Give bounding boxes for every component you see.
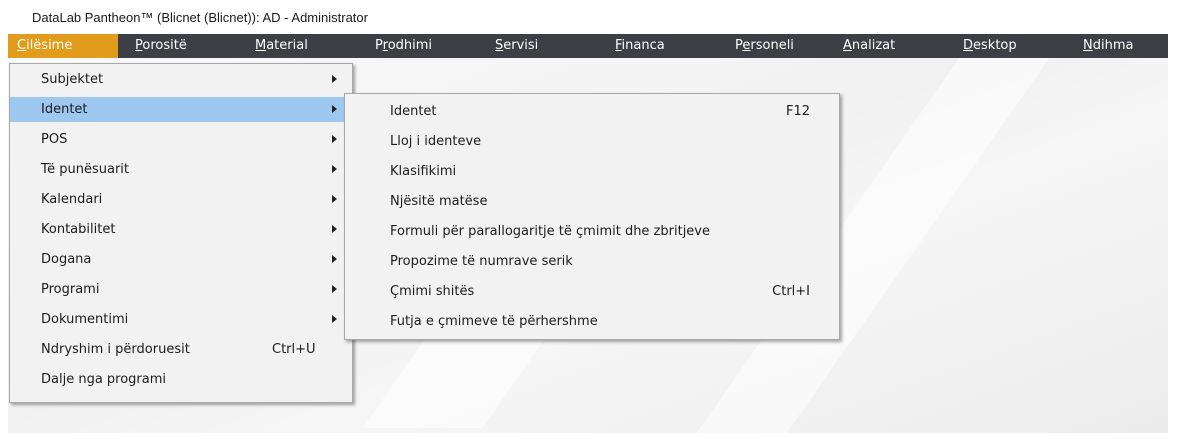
submenu-arrow-icon <box>332 165 337 173</box>
menu-item-label: Njësitë matëse <box>390 194 488 209</box>
submenu-arrow-icon <box>332 255 337 263</box>
menu-item-label: POS <box>41 132 68 147</box>
submenu-arrow-icon <box>332 135 337 143</box>
menu-porosite[interactable]: Porositë <box>126 34 236 58</box>
menu-label-part: P <box>375 38 383 53</box>
menu-ndihma[interactable]: Ndihma <box>1074 34 1164 58</box>
submenu-arrow-icon <box>332 75 337 83</box>
title-bar: DataLab Pantheon™ (Blicnet (Blicnet)): A… <box>0 0 1183 34</box>
menu-label-part: odhimi <box>387 38 433 53</box>
submenu-item-futja-e-cmimeve-te-perhershme[interactable]: Futja e çmimeve të përhershme <box>345 309 839 334</box>
menu-personeli[interactable]: Personeli <box>726 34 836 58</box>
menu-mnemonic: A <box>843 38 852 53</box>
menu-item-label: Të punësuarit <box>41 162 130 177</box>
menu-item-label: Dalje nga programi <box>41 372 167 387</box>
menu-label-part: inanca <box>621 38 665 53</box>
identet-submenu: Identet F12 Lloj i identeve Klasifikimi Njës… <box>344 93 840 340</box>
menu-item-label: Kalendari <box>41 192 103 207</box>
menu-label-part: esktop <box>973 38 1017 53</box>
menu-item-label: Dogana <box>41 252 92 267</box>
menu-mnemonic: C <box>17 38 27 53</box>
menu-label-part: dihma <box>1092 38 1134 53</box>
submenu-arrow-icon <box>332 225 337 233</box>
menu-item-shortcut: F12 <box>785 104 810 119</box>
menu-item-label: Propozime të numrave serik <box>390 254 573 269</box>
menu-item-label: Formuli për parallogaritje të çmimit dhe… <box>390 224 710 239</box>
submenu-item-lloj-i-identeve[interactable]: Lloj i identeve <box>345 129 839 154</box>
menu-label-part: ervisi <box>503 38 539 53</box>
submenu-arrow-icon <box>332 195 337 203</box>
menu-desktop[interactable]: Desktop <box>954 34 1064 58</box>
menu-label-part: orositë <box>142 38 187 53</box>
menu-label-part: rsoneli <box>750 38 794 53</box>
window-title: DataLab Pantheon™ (Blicnet (Blicnet)): A… <box>32 10 368 25</box>
menu-material[interactable]: Material <box>246 34 356 58</box>
submenu-item-propozime-te-numrave-serik[interactable]: Propozime të numrave serik <box>345 249 839 274</box>
menu-item-ndryshim-i-perdoruesit[interactable]: Ndryshim i përdoruesit Ctrl+U <box>10 337 352 362</box>
menu-mnemonic: M <box>255 38 267 53</box>
menu-item-label: Identet <box>41 102 88 117</box>
submenu-item-formuli-per-parallogaritje-te-cmimit-dhe-zbritjeve[interactable]: Formuli për parallogaritje të çmimit dhe… <box>345 219 839 244</box>
menu-mnemonic: N <box>1083 38 1093 53</box>
menu-item-label: Programi <box>41 282 100 297</box>
submenu-item-cmimi-shites[interactable]: Çmimi shitës Ctrl+I <box>345 279 839 304</box>
submenu-arrow-icon <box>332 315 337 323</box>
menu-item-programi[interactable]: Programi <box>10 277 352 302</box>
menu-item-pos[interactable]: POS <box>10 127 352 152</box>
menu-item-shortcut: Ctrl+I <box>772 284 810 299</box>
submenu-item-njesite-matese[interactable]: Njësitë matëse <box>345 189 839 214</box>
menu-label-part: aterial <box>266 38 308 53</box>
menu-item-label: Çmimi shitës <box>390 284 475 299</box>
menu-item-label: Kontabilitet <box>41 222 116 237</box>
menu-item-shortcut: Ctrl+U <box>272 342 316 357</box>
menu-item-subjektet[interactable]: Subjektet <box>10 67 352 92</box>
menu-servisi[interactable]: Servisi <box>486 34 596 58</box>
menu-label-part: ilësime <box>26 38 73 53</box>
menu-item-kalendari[interactable]: Kalendari <box>10 187 352 212</box>
menu-item-label: Futja e çmimeve të përhershme <box>390 314 598 329</box>
menu-cilesime[interactable]: Cilësime <box>8 34 118 58</box>
menu-item-identet[interactable]: Identet <box>10 97 352 122</box>
menu-item-label: Identet <box>390 104 437 119</box>
menu-item-label: Lloj i identeve <box>390 134 482 149</box>
submenu-arrow-icon <box>332 105 337 113</box>
menu-analizat[interactable]: Analizat <box>834 34 944 58</box>
menu-item-label: Ndryshim i përdoruesit <box>41 342 190 357</box>
menu-prodhimi[interactable]: Prodhimi <box>366 34 476 58</box>
settings-dropdown-menu: Subjektet Identet POS Të punësuarit Kalendar… <box>9 63 353 403</box>
menu-item-dalje-nga-programi[interactable]: Dalje nga programi <box>10 367 352 392</box>
menu-item-label: Dokumentimi <box>41 312 129 327</box>
menu-label-part: nalizat <box>851 38 896 53</box>
menu-item-label: Klasifikimi <box>390 164 457 179</box>
menu-bar: Cilësime Porositë Material Prodhimi Servisi F… <box>8 34 1168 58</box>
menu-item-label: Subjektet <box>41 72 104 87</box>
submenu-arrow-icon <box>332 285 337 293</box>
menu-item-kontabilitet[interactable]: Kontabilitet <box>10 217 352 242</box>
menu-mnemonic: D <box>963 38 974 53</box>
submenu-item-klasifikimi[interactable]: Klasifikimi <box>345 159 839 184</box>
submenu-item-identet[interactable]: Identet F12 <box>345 99 839 124</box>
menu-financa[interactable]: Financa <box>606 34 716 58</box>
menu-item-dogana[interactable]: Dogana <box>10 247 352 272</box>
menu-item-te-punesuarit[interactable]: Të punësuarit <box>10 157 352 182</box>
menu-item-dokumentimi[interactable]: Dokumentimi <box>10 307 352 332</box>
